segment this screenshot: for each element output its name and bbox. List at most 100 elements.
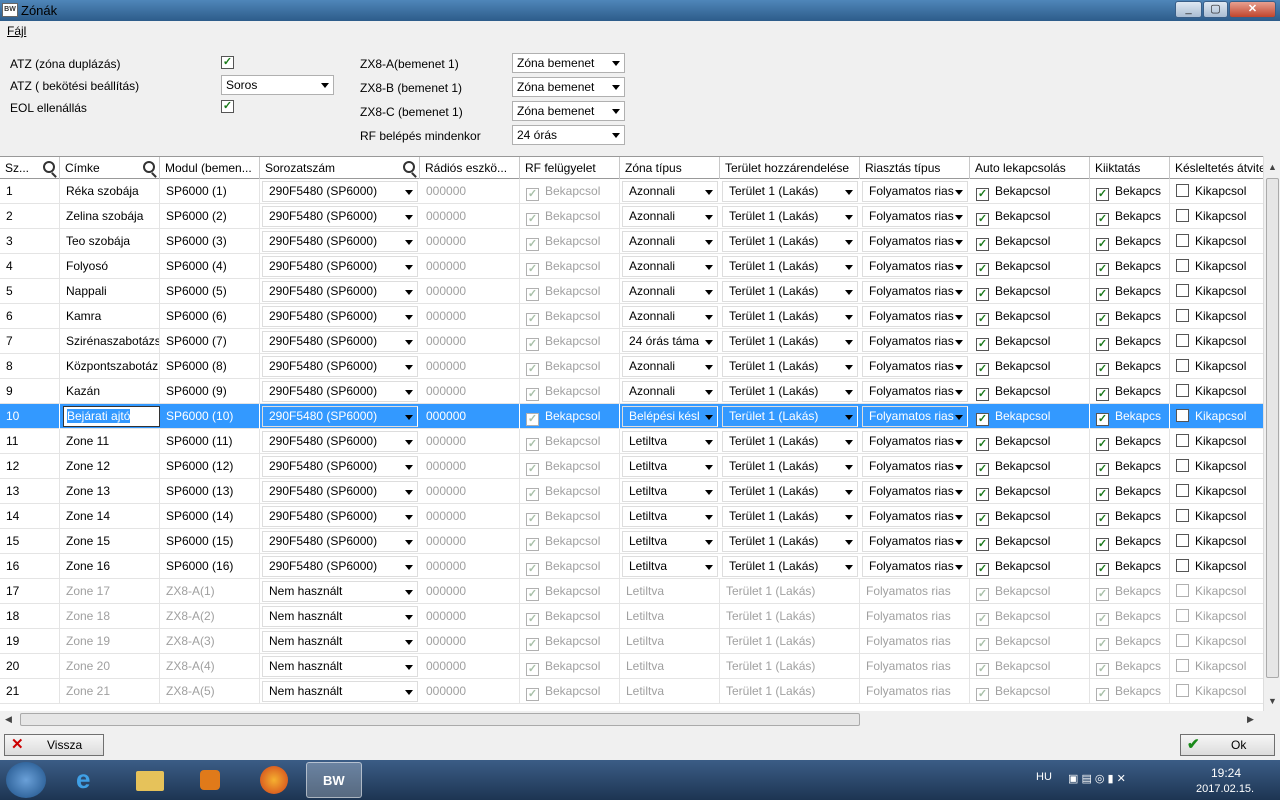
- radio-device-id[interactable]: 000000: [420, 629, 520, 654]
- chevron-down-icon[interactable]: [845, 540, 853, 545]
- checkbox-icon[interactable]: ✓: [1096, 463, 1109, 476]
- rf-supervision[interactable]: ✓ Bekapcsol: [520, 379, 620, 404]
- checkbox-icon[interactable]: [1176, 259, 1189, 272]
- delay-transmission[interactable]: Kikapcsol: [1170, 254, 1263, 279]
- zone-label[interactable]: Zone 20: [60, 654, 160, 679]
- zone-type-select[interactable]: Letiltva: [622, 481, 718, 502]
- zone-number[interactable]: 10: [0, 404, 60, 429]
- alarm-type-select[interactable]: Folyamatos rias: [862, 481, 968, 502]
- delay-transmission[interactable]: Kikapcsol: [1170, 279, 1263, 304]
- checkbox-icon[interactable]: ✓: [976, 413, 989, 426]
- bypass[interactable]: ✓ Bekapcs: [1090, 229, 1170, 254]
- checkbox-icon[interactable]: ✓: [1096, 388, 1109, 401]
- alarm-type-select[interactable]: Folyamatos rias: [860, 654, 970, 679]
- table-row[interactable]: 6 Kamra SP6000 (6) 290F5480 (SP6000) 000000 ✓…: [0, 304, 1263, 329]
- chevron-down-icon[interactable]: [405, 290, 413, 295]
- chevron-down-icon[interactable]: [405, 490, 413, 495]
- bypass[interactable]: ✓ Bekapcs: [1090, 179, 1170, 204]
- serial-select[interactable]: 290F5480 (SP6000): [262, 306, 418, 327]
- auto-shutdown[interactable]: ✓ Bekapcsol: [970, 654, 1090, 679]
- auto-shutdown[interactable]: ✓ Bekapcsol: [970, 629, 1090, 654]
- horizontal-scrollbar[interactable]: ◀ ▶: [0, 711, 1280, 728]
- zone-label[interactable]: Központszabotáz: [60, 354, 160, 379]
- table-row[interactable]: 14 Zone 14 SP6000 (14) 290F5480 (SP6000) 000…: [0, 504, 1263, 529]
- checkbox-icon[interactable]: ✓: [976, 488, 989, 501]
- delay-transmission[interactable]: Kikapcsol: [1170, 679, 1263, 704]
- zone-type-select[interactable]: Letiltva: [622, 431, 718, 452]
- close-button[interactable]: ✕: [1229, 1, 1276, 18]
- column-header[interactable]: Rádiós eszkö...: [420, 157, 520, 179]
- checkbox-icon[interactable]: [1176, 409, 1189, 422]
- clock-time[interactable]: 19:24: [1211, 766, 1241, 780]
- checkbox-icon[interactable]: ✓: [976, 213, 989, 226]
- checkbox-icon[interactable]: ✓: [1096, 638, 1109, 651]
- table-row[interactable]: 1 Réka szobája SP6000 (1) 290F5480 (SP6000)…: [0, 179, 1263, 204]
- zone-number[interactable]: 18: [0, 604, 60, 629]
- delay-transmission[interactable]: Kikapcsol: [1170, 229, 1263, 254]
- area-select[interactable]: Terület 1 (Lakás): [720, 654, 860, 679]
- rf-supervision[interactable]: ✓ Bekapcsol: [520, 204, 620, 229]
- chevron-down-icon[interactable]: [405, 515, 413, 520]
- chevron-down-icon[interactable]: [405, 640, 413, 645]
- checkbox-icon[interactable]: ✓: [976, 363, 989, 376]
- atz-wiring-select[interactable]: Soros: [221, 75, 334, 95]
- chevron-down-icon[interactable]: [845, 415, 853, 420]
- chevron-down-icon[interactable]: [405, 440, 413, 445]
- column-header[interactable]: Kiiktatás: [1090, 157, 1170, 179]
- language-indicator[interactable]: HU: [1036, 771, 1052, 783]
- bypass[interactable]: ✓ Bekapcs: [1090, 554, 1170, 579]
- bypass[interactable]: ✓ Bekapcs: [1090, 679, 1170, 704]
- chevron-down-icon[interactable]: [955, 515, 963, 520]
- clock-date[interactable]: 2017.02.15.: [1196, 783, 1254, 795]
- rf-entry-select[interactable]: 24 órás: [512, 125, 625, 145]
- table-row[interactable]: 3 Teo szobája SP6000 (3) 290F5480 (SP6000) 0…: [0, 229, 1263, 254]
- serial-select[interactable]: 290F5480 (SP6000): [262, 481, 418, 502]
- column-header[interactable]: Késleltetés átvitel: [1170, 157, 1263, 179]
- media-player-icon[interactable]: [182, 762, 238, 798]
- area-select[interactable]: Terület 1 (Lakás): [722, 331, 858, 352]
- checkbox-icon[interactable]: ✓: [1096, 413, 1109, 426]
- area-select[interactable]: Terület 1 (Lakás): [720, 629, 860, 654]
- alarm-type-select[interactable]: Folyamatos rias: [862, 281, 968, 302]
- zone-type-select[interactable]: Letiltva: [622, 456, 718, 477]
- bypass[interactable]: ✓ Bekapcs: [1090, 279, 1170, 304]
- zone-number[interactable]: 11: [0, 429, 60, 454]
- search-icon[interactable]: [403, 161, 415, 173]
- chevron-down-icon[interactable]: [705, 415, 713, 420]
- chevron-down-icon[interactable]: [405, 690, 413, 695]
- checkbox-icon[interactable]: ✓: [1096, 513, 1109, 526]
- radio-device-id[interactable]: 000000: [420, 479, 520, 504]
- checkbox-icon[interactable]: ✓: [1096, 288, 1109, 301]
- start-button[interactable]: [6, 762, 46, 798]
- radio-device-id[interactable]: 000000: [420, 654, 520, 679]
- auto-shutdown[interactable]: ✓ Bekapcsol: [970, 679, 1090, 704]
- chevron-down-icon[interactable]: [405, 315, 413, 320]
- radio-device-id[interactable]: 000000: [420, 354, 520, 379]
- zone-module[interactable]: ZX8-A(3): [160, 629, 260, 654]
- checkbox-icon[interactable]: [1176, 184, 1189, 197]
- checkbox-icon[interactable]: ✓: [526, 313, 539, 326]
- zone-label[interactable]: Zone 15: [60, 529, 160, 554]
- chevron-down-icon[interactable]: [705, 340, 713, 345]
- rf-supervision[interactable]: ✓ Bekapcsol: [520, 604, 620, 629]
- auto-shutdown[interactable]: ✓ Bekapcsol: [970, 529, 1090, 554]
- checkbox-icon[interactable]: ✓: [976, 563, 989, 576]
- search-icon[interactable]: [143, 161, 155, 173]
- checkbox-icon[interactable]: ✓: [526, 463, 539, 476]
- zone-type-select[interactable]: Letiltva: [620, 679, 720, 704]
- area-select[interactable]: Terület 1 (Lakás): [722, 406, 858, 427]
- column-header[interactable]: RF felügyelet: [520, 157, 620, 179]
- alarm-type-select[interactable]: Folyamatos rias: [862, 181, 968, 202]
- checkbox-icon[interactable]: [1176, 434, 1189, 447]
- checkbox-icon[interactable]: ✓: [1096, 313, 1109, 326]
- chevron-down-icon[interactable]: [705, 540, 713, 545]
- alarm-type-select[interactable]: Folyamatos rias: [862, 256, 968, 277]
- alarm-type-select[interactable]: Folyamatos rias: [862, 431, 968, 452]
- zone-module[interactable]: SP6000 (15): [160, 529, 260, 554]
- zone-number[interactable]: 6: [0, 304, 60, 329]
- auto-shutdown[interactable]: ✓ Bekapcsol: [970, 204, 1090, 229]
- zone-label[interactable]: Réka szobája: [60, 179, 160, 204]
- chevron-down-icon[interactable]: [955, 265, 963, 270]
- auto-shutdown[interactable]: ✓ Bekapcsol: [970, 479, 1090, 504]
- chevron-down-icon[interactable]: [845, 340, 853, 345]
